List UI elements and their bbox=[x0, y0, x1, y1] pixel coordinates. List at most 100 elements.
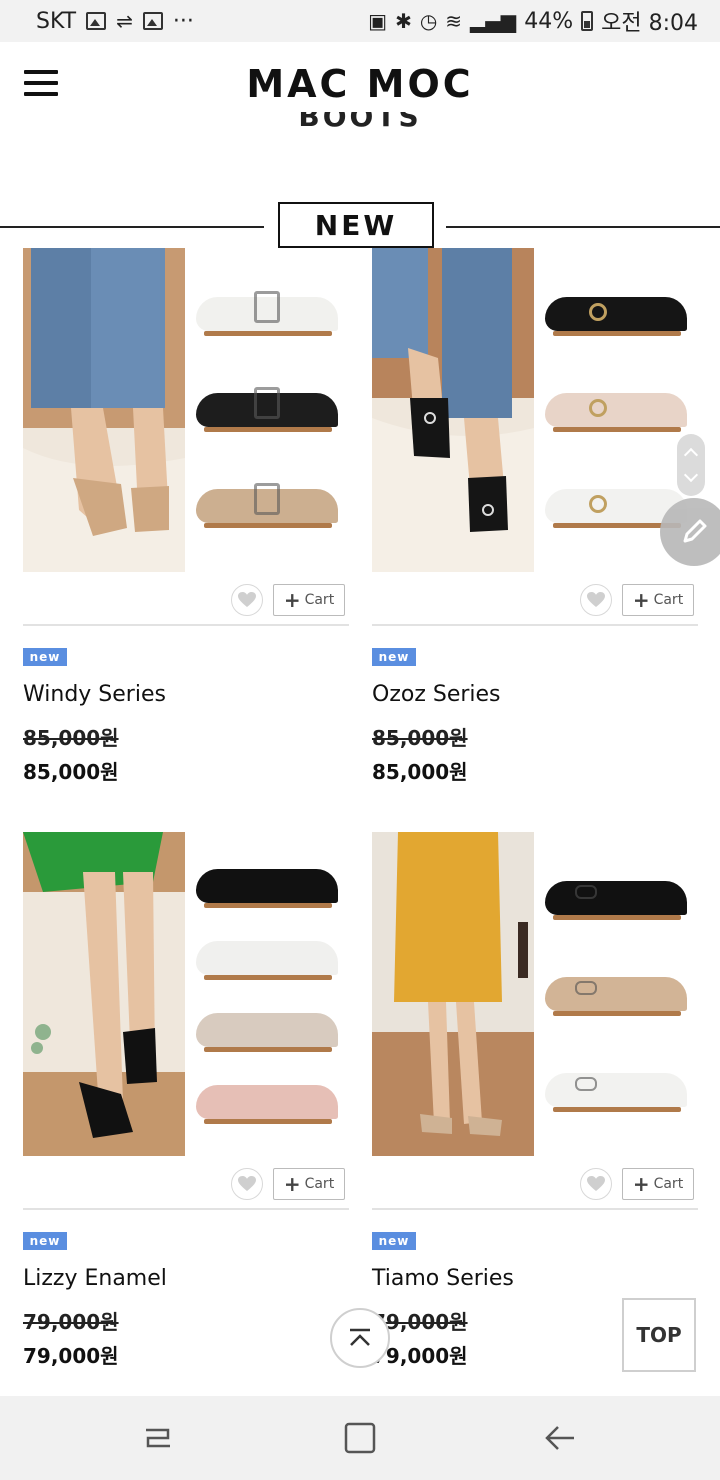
sale-price: 85,000원 bbox=[372, 760, 468, 784]
top-button[interactable]: TOP bbox=[622, 1298, 696, 1372]
product-image[interactable] bbox=[372, 248, 698, 572]
carrier-label: SKT bbox=[36, 8, 77, 34]
heart-icon bbox=[238, 1176, 256, 1191]
bluetooth-icon: ✱ bbox=[395, 9, 412, 33]
product-name[interactable]: Lizzy Enamel bbox=[23, 1266, 167, 1291]
shoe-beige bbox=[196, 483, 338, 528]
add-to-cart-button[interactable]: + Cart bbox=[622, 584, 694, 616]
cart-label: Cart bbox=[653, 1176, 684, 1192]
model-photo bbox=[23, 832, 185, 1156]
heart-icon bbox=[587, 592, 605, 607]
photo-illustration bbox=[23, 248, 185, 572]
nfc-icon: ▣ bbox=[368, 9, 388, 33]
shoe-white bbox=[196, 291, 338, 336]
heart-icon bbox=[238, 592, 256, 607]
product-image[interactable] bbox=[23, 248, 349, 572]
shoe-grey bbox=[196, 1013, 338, 1052]
wishlist-button[interactable] bbox=[231, 584, 263, 616]
product-actions: + Cart bbox=[231, 1168, 345, 1200]
wishlist-button[interactable] bbox=[580, 1168, 612, 1200]
more-notifications-icon: ··· bbox=[172, 8, 194, 34]
shoe-black bbox=[545, 297, 687, 336]
new-badge: new bbox=[23, 648, 67, 666]
original-price: 79,000원 bbox=[23, 1310, 119, 1334]
status-left: SKT ⇌ ··· bbox=[36, 9, 194, 34]
navigation-bar bbox=[0, 1396, 720, 1480]
photo-illustration bbox=[372, 832, 534, 1156]
wishlist-button[interactable] bbox=[580, 584, 612, 616]
new-badge: new bbox=[372, 648, 416, 666]
gallery-notification-icon bbox=[86, 12, 107, 30]
add-to-cart-button[interactable]: + Cart bbox=[273, 1168, 345, 1200]
section-divider-left bbox=[0, 226, 264, 228]
battery-percent: 44% bbox=[524, 8, 574, 34]
original-price: 85,000원 bbox=[372, 726, 468, 750]
plus-icon: + bbox=[632, 1172, 650, 1196]
recents-icon bbox=[146, 1428, 170, 1448]
product-divider bbox=[23, 1208, 349, 1210]
section-divider-right bbox=[446, 226, 720, 228]
logo[interactable]: MAC MOC bbox=[0, 62, 720, 106]
product-card: + Cart new Tiamo Series 79,000원 79,000원 bbox=[372, 832, 698, 1372]
back-button[interactable] bbox=[540, 1418, 580, 1458]
product-image[interactable] bbox=[23, 832, 349, 1156]
new-badge: new bbox=[23, 1232, 67, 1250]
shoe-white bbox=[196, 941, 338, 980]
model-photo bbox=[23, 248, 185, 572]
cart-label: Cart bbox=[653, 592, 684, 608]
product-name[interactable]: Ozoz Series bbox=[372, 682, 501, 707]
status-right: ▣ ✱ ◷ ≋ ▂▄▆ 44% 오전 8:04 bbox=[368, 5, 698, 37]
product-card: + Cart new Lizzy Enamel 79,000원 79,000원 bbox=[23, 832, 349, 1372]
section-title: NEW bbox=[278, 202, 434, 248]
add-to-cart-button[interactable]: + Cart bbox=[273, 584, 345, 616]
transfer-notification-icon: ⇌ bbox=[116, 9, 133, 33]
shoe-pink bbox=[545, 393, 687, 432]
product-card: + Cart new Windy Series 85,000원 85,000원 bbox=[23, 248, 349, 788]
model-photo bbox=[372, 832, 534, 1156]
shoe-black bbox=[196, 387, 338, 432]
signal-icon: ▂▄▆ bbox=[470, 9, 517, 33]
plus-icon: + bbox=[283, 1172, 301, 1196]
alarm-icon: ◷ bbox=[419, 9, 438, 33]
cart-label: Cart bbox=[304, 592, 335, 608]
wifi-icon: ≋ bbox=[445, 9, 463, 33]
shoe-beige bbox=[545, 977, 687, 1016]
category-heading: BOOTS bbox=[298, 112, 422, 133]
product-name[interactable]: Windy Series bbox=[23, 682, 166, 707]
chevron-up-icon bbox=[350, 1328, 370, 1346]
shoe-black bbox=[545, 881, 687, 920]
product-image[interactable] bbox=[372, 832, 698, 1156]
product-divider bbox=[372, 624, 698, 626]
shoe-lineup bbox=[185, 248, 349, 572]
sale-price: 85,000원 bbox=[23, 760, 119, 784]
product-divider bbox=[23, 624, 349, 626]
product-actions: + Cart bbox=[580, 1168, 694, 1200]
clock: 오전 8:04 bbox=[601, 11, 698, 36]
shoe-black bbox=[196, 869, 338, 908]
new-badge: new bbox=[372, 1232, 416, 1250]
product-name[interactable]: Tiamo Series bbox=[372, 1266, 514, 1291]
edit-button[interactable] bbox=[660, 498, 720, 566]
model-photo bbox=[372, 248, 534, 572]
product-divider bbox=[372, 1208, 698, 1210]
photo-illustration bbox=[23, 832, 185, 1156]
screen: SKT ⇌ ··· ▣ ✱ ◷ ≋ ▂▄▆ 44% 오전 8:04 MAC MO… bbox=[0, 0, 720, 1480]
cart-label: Cart bbox=[304, 1176, 335, 1192]
scroll-up-button[interactable] bbox=[330, 1308, 390, 1368]
battery-icon bbox=[581, 11, 594, 31]
scroll-handle[interactable] bbox=[677, 434, 705, 496]
image-notification-icon bbox=[142, 12, 163, 30]
recent-apps-button[interactable] bbox=[138, 1418, 178, 1458]
back-arrow-icon bbox=[545, 1426, 574, 1450]
add-to-cart-button[interactable]: + Cart bbox=[622, 1168, 694, 1200]
original-price: 85,000원 bbox=[23, 726, 119, 750]
product-actions: + Cart bbox=[580, 584, 694, 616]
shoe-lineup bbox=[534, 832, 698, 1156]
product-card: + Cart new Ozoz Series 85,000원 85,000원 bbox=[372, 248, 698, 788]
plus-icon: + bbox=[283, 588, 301, 612]
sale-price: 79,000원 bbox=[23, 1344, 119, 1368]
wishlist-button[interactable] bbox=[231, 1168, 263, 1200]
shoe-pink bbox=[196, 1085, 338, 1124]
status-bar: SKT ⇌ ··· ▣ ✱ ◷ ≋ ▂▄▆ 44% 오전 8:04 bbox=[0, 0, 720, 42]
home-button[interactable] bbox=[340, 1418, 380, 1458]
